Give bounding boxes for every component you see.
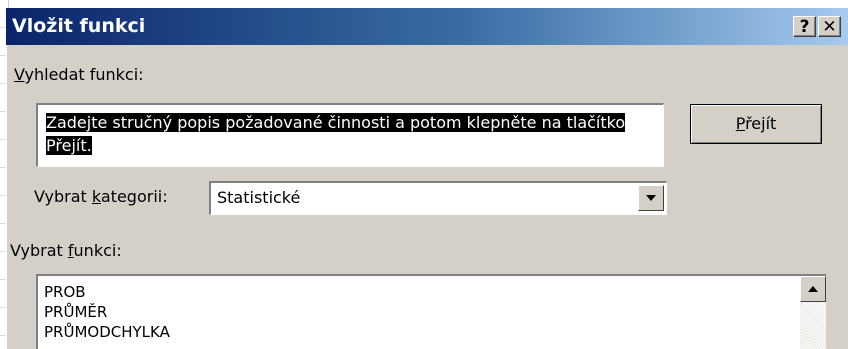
arrow-up-icon <box>808 286 818 292</box>
search-label-rest: yhledat funkci: <box>24 65 144 84</box>
category-label: Vybrat kategorii: <box>34 187 168 206</box>
go-button-accel: P <box>735 114 746 133</box>
category-label-prefix: Vybrat <box>34 187 92 206</box>
function-list[interactable]: PROB PRŮMĚR PRŮMODCHYLKA <box>36 274 826 349</box>
go-button[interactable]: Přejít <box>690 104 822 144</box>
chevron-down-icon <box>646 195 656 201</box>
category-label-rest: ategorii: <box>100 187 168 206</box>
scroll-up-button[interactable] <box>800 276 826 302</box>
category-selected-value: Statistické <box>217 188 301 207</box>
function-label-rest: unkci: <box>73 241 122 260</box>
title-bar[interactable]: Vložit funkci ? ✕ <box>6 8 848 45</box>
list-item[interactable]: PRŮMĚR <box>44 302 170 322</box>
function-list-label: Vybrat funkci: <box>10 241 122 260</box>
category-dropdown-button[interactable] <box>638 185 664 211</box>
function-list-scrollbar[interactable] <box>800 276 826 349</box>
list-item[interactable]: PROB <box>44 282 170 302</box>
search-label: Vyhledat funkci: <box>14 65 144 84</box>
go-button-label: řejít <box>745 114 777 133</box>
function-items: PROB PRŮMĚR PRŮMODCHYLKA <box>44 282 170 342</box>
function-label-prefix: Vybrat <box>10 241 68 260</box>
category-select[interactable]: Statistické <box>209 181 667 215</box>
insert-function-dialog: Vložit funkci ? ✕ Vyhledat funkci: Zadej… <box>6 8 848 349</box>
category-label-accel: k <box>91 187 101 206</box>
search-input[interactable]: Zadejte stručný popis požadované činnost… <box>36 103 664 167</box>
close-icon: ✕ <box>822 17 837 37</box>
help-button[interactable]: ? <box>793 16 816 37</box>
search-label-accel: V <box>14 65 25 84</box>
dialog-title: Vložit funkci <box>12 15 146 37</box>
question-icon: ? <box>799 17 810 37</box>
close-button[interactable]: ✕ <box>818 16 841 37</box>
list-item[interactable]: PRŮMODCHYLKA <box>44 322 170 342</box>
search-input-text: Zadejte stručný popis požadované činnost… <box>46 111 658 157</box>
search-input-value: Zadejte stručný popis požadované činnost… <box>46 113 626 155</box>
